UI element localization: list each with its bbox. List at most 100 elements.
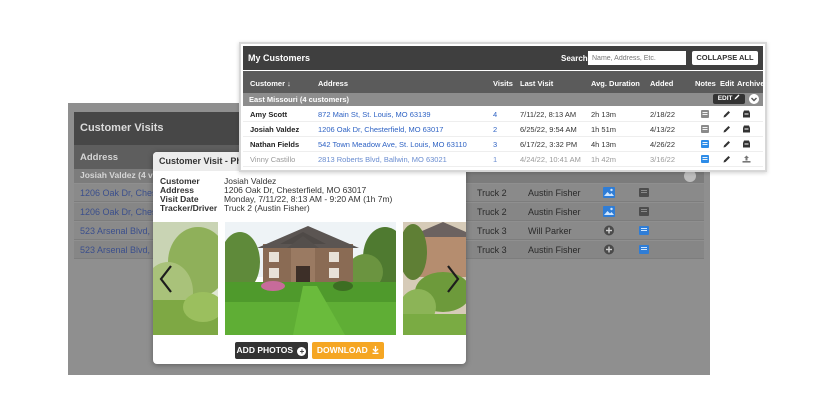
avg-duration: 1h 51m — [591, 125, 617, 134]
tracker-value: Truck 2 (Austin Fisher) — [224, 203, 310, 213]
visits-count-link[interactable]: 4 — [493, 110, 497, 119]
avg-duration: 4h 13m — [591, 140, 617, 149]
inbox-icon[interactable] — [742, 125, 751, 133]
pencil-icon[interactable] — [723, 110, 731, 118]
add-photos-label: ADD PHOTOS — [236, 345, 294, 355]
note-icon[interactable] — [639, 207, 649, 216]
customer-row[interactable]: Nathan Fields 542 Town Meadow Ave, St. L… — [243, 137, 763, 152]
customer-address-link[interactable]: 1206 Oak Dr, Chesterfield, MO 63017 — [318, 125, 443, 134]
visits-column-header[interactable]: Visits — [493, 79, 513, 88]
added-date: 4/13/22 — [650, 125, 676, 134]
avg-duration: 2h 13m — [591, 110, 617, 119]
note-icon[interactable] — [701, 155, 709, 163]
house-photo[interactable] — [225, 222, 396, 335]
visit-address-link[interactable]: 523 Arsenal Blvd, S — [80, 226, 159, 236]
customer-address-link[interactable]: 542 Town Meadow Ave, St. Louis, MO 63110 — [318, 140, 467, 149]
note-icon[interactable] — [639, 245, 649, 254]
pencil-icon[interactable] — [723, 140, 731, 148]
customer-name: Amy Scott — [250, 110, 288, 119]
avg-duration: 1h 42m — [591, 155, 617, 164]
pencil-icon[interactable] — [723, 125, 731, 133]
visit-driver: Austin Fisher — [528, 245, 581, 255]
archive-column-header: Archive — [737, 79, 765, 88]
last-visit-column-header[interactable]: Last Visit — [520, 79, 553, 88]
photo-icon[interactable] — [603, 206, 615, 217]
search-label: Search — [561, 54, 588, 63]
add-photos-button[interactable]: ADD PHOTOS + — [235, 342, 308, 359]
customer-address-link[interactable]: 2813 Roberts Blvd, Ballwin, MO 63021 — [318, 155, 447, 164]
chevron-down-icon[interactable] — [749, 94, 759, 104]
added-date: 3/16/22 — [650, 155, 676, 164]
photo-icon[interactable] — [603, 187, 615, 198]
customer-row[interactable]: Amy Scott 872 Main St, St. Louis, MO 631… — [243, 107, 763, 122]
note-icon[interactable] — [701, 110, 709, 118]
visit-truck: Truck 3 — [477, 245, 507, 255]
last-visit: 6/25/22, 9:54 AM — [520, 125, 577, 134]
next-photo-arrow[interactable] — [445, 264, 461, 294]
added-date: 2/18/22 — [650, 110, 676, 119]
edit-label: EDIT — [717, 95, 733, 102]
customer-name: Josiah Valdez — [250, 125, 300, 134]
download-icon — [372, 346, 379, 354]
previous-photo-arrow[interactable] — [158, 264, 174, 294]
modal-title: Customer Visit - Ph — [159, 156, 242, 166]
note-icon[interactable] — [701, 125, 709, 133]
visit-truck: Truck 2 — [477, 188, 507, 198]
pencil-icon — [734, 94, 740, 100]
photo-carousel — [153, 222, 466, 335]
group-row-east-missouri[interactable]: East Missouri (4 customers) EDIT — [243, 93, 763, 106]
visit-truck: Truck 3 — [477, 226, 507, 236]
customer-name: Vinny Castillo — [250, 155, 296, 164]
customer-name: Nathan Fields — [250, 140, 300, 149]
notes-column-header: Notes — [695, 79, 716, 88]
last-visit: 7/11/22, 8:13 AM — [520, 110, 577, 119]
download-button[interactable]: DOWNLOAD — [312, 342, 384, 359]
add-circle-icon[interactable] — [603, 244, 615, 255]
detail-tracker: Tracker/Driver Truck 2 (Austin Fisher) — [160, 203, 310, 213]
visit-photos-modal: Customer Visit - Ph Customer Josiah Valde… — [153, 152, 466, 364]
column-header-row: Customer ↓ Address Visits Last Visit Avg… — [243, 71, 765, 95]
note-icon[interactable] — [639, 226, 649, 235]
visit-driver: Austin Fisher — [528, 188, 581, 198]
my-customers-title: My Customers — [248, 53, 311, 63]
last-visit: 4/24/22, 10:41 AM — [520, 155, 581, 164]
edit-column-header: Edit — [720, 79, 735, 88]
unarchive-icon[interactable] — [742, 155, 751, 163]
note-icon[interactable] — [701, 140, 709, 148]
visit-address-link[interactable]: 1206 Oak Dr, Chest — [80, 188, 159, 198]
customer-address-link[interactable]: 872 Main St, St. Louis, MO 63139 — [318, 110, 431, 119]
visit-driver: Will Parker — [528, 226, 572, 236]
note-icon[interactable] — [639, 188, 649, 197]
visits-count-link[interactable]: 3 — [493, 140, 497, 149]
my-customers-card: My Customers Search COLLAPSE ALL Custome… — [239, 42, 767, 172]
group-edit-button[interactable]: EDIT — [713, 94, 745, 104]
address-column-header[interactable]: Address — [318, 79, 348, 88]
plus-circle-icon: + — [297, 347, 307, 356]
search-input[interactable] — [588, 51, 686, 65]
inbox-icon[interactable] — [742, 140, 751, 148]
added-column-header[interactable]: Added — [650, 79, 673, 88]
tracker-label: Tracker/Driver — [160, 203, 218, 213]
group-label: Josiah Valdez (4 v — [80, 170, 153, 180]
inbox-icon[interactable] — [742, 110, 751, 118]
download-label: DOWNLOAD — [316, 345, 368, 355]
customer-row[interactable]: Vinny Castillo 2813 Roberts Blvd, Ballwi… — [243, 152, 763, 167]
group-label: East Missouri (4 customers) — [249, 95, 350, 104]
collapse-all-button[interactable]: COLLAPSE ALL — [692, 51, 758, 65]
visits-count-link[interactable]: 1 — [493, 155, 497, 164]
last-visit: 6/17/22, 3:32 PM — [520, 140, 578, 149]
customer-row[interactable]: Josiah Valdez 1206 Oak Dr, Chesterfield,… — [243, 122, 763, 137]
customer-visits-title: Customer Visits — [80, 122, 164, 134]
customer-column-header[interactable]: Customer ↓ — [250, 79, 291, 88]
added-date: 4/26/22 — [650, 140, 676, 149]
visit-truck: Truck 2 — [477, 207, 507, 217]
visit-address-link[interactable]: 523 Arsenal Blvd, S — [80, 245, 159, 255]
add-circle-icon[interactable] — [603, 225, 615, 236]
visit-driver: Austin Fisher — [528, 207, 581, 217]
pencil-icon[interactable] — [723, 155, 731, 163]
visit-address-link[interactable]: 1206 Oak Dr, Chest — [80, 207, 159, 217]
address-column-header[interactable]: Address — [80, 152, 118, 163]
avg-duration-column-header[interactable]: Avg. Duration — [591, 79, 640, 88]
my-customers-header: My Customers Search COLLAPSE ALL — [243, 46, 763, 70]
visits-count-link[interactable]: 2 — [493, 125, 497, 134]
